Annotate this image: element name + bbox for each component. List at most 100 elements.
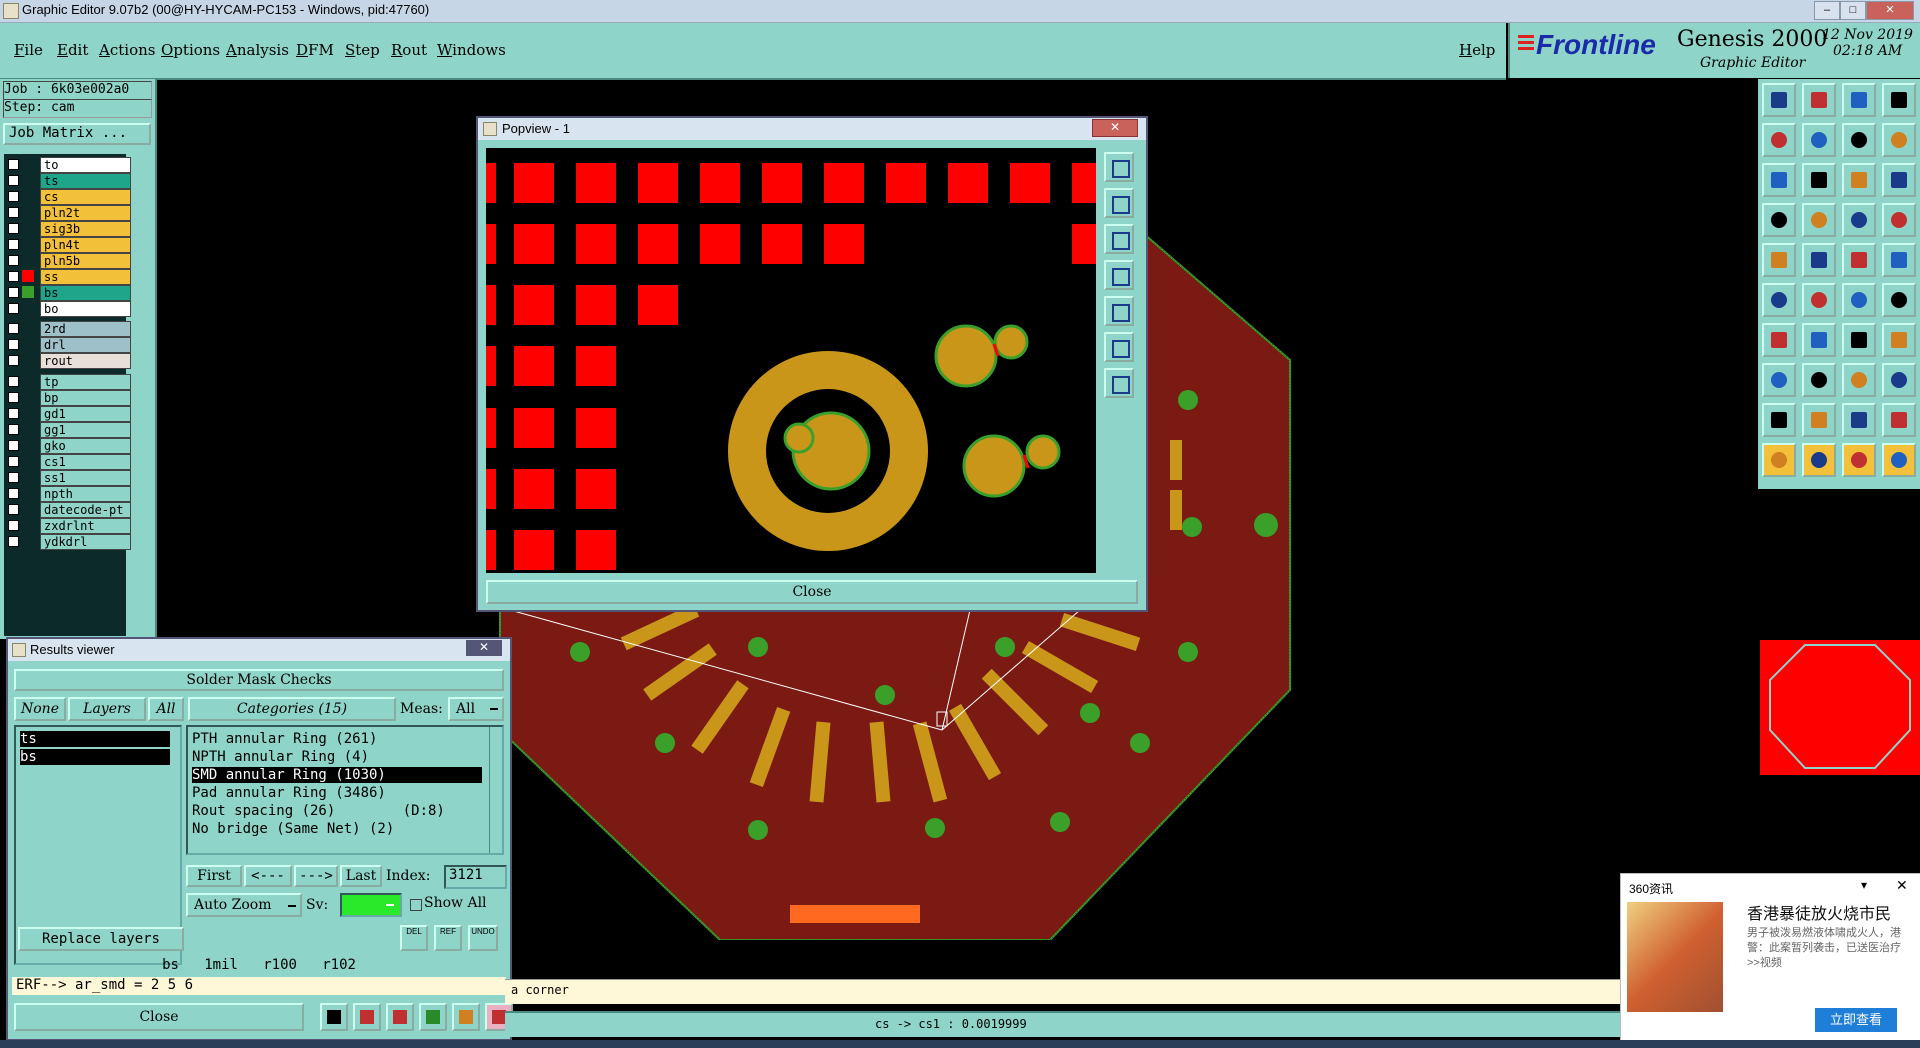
tool-button[interactable] — [1882, 163, 1916, 197]
news-collapse-icon[interactable]: ▾ — [1861, 878, 1867, 892]
tool-button[interactable] — [1882, 403, 1916, 437]
tool-button[interactable] — [1802, 443, 1836, 477]
layer-name[interactable]: ydkdrl — [40, 534, 131, 550]
layer-name[interactable]: ts — [40, 173, 131, 189]
layer-checkbox[interactable] — [8, 355, 19, 366]
popview-window[interactable]: Popview - 1 ✕ Close — [476, 116, 1148, 612]
layer-name[interactable]: drl — [40, 337, 131, 353]
layer-row-cs[interactable]: cs — [8, 189, 131, 205]
tool-button[interactable] — [1802, 123, 1836, 157]
layer-checkbox[interactable] — [8, 175, 19, 186]
layer-checkbox[interactable] — [8, 239, 19, 250]
index-input[interactable]: 3121 — [444, 865, 507, 889]
tool-button[interactable] — [1802, 283, 1836, 317]
replace-layers-button[interactable]: Replace layers — [18, 927, 184, 951]
tool-button[interactable] — [1882, 123, 1916, 157]
layer-checkbox[interactable] — [8, 339, 19, 350]
tool-button[interactable] — [1802, 163, 1836, 197]
layer-name[interactable]: cs — [40, 189, 131, 205]
tool-button[interactable] — [1842, 323, 1876, 357]
menu-edit[interactable]: Edit — [57, 41, 88, 59]
layer-name[interactable]: zxdrlnt — [40, 518, 131, 534]
layer-checkbox[interactable] — [8, 255, 19, 266]
tool-button[interactable] — [1882, 203, 1916, 237]
tool-button[interactable] — [1762, 83, 1796, 117]
next-button[interactable]: ---> — [294, 865, 338, 887]
layer-checkbox[interactable] — [8, 520, 19, 531]
menu-rout[interactable]: Rout — [391, 41, 427, 59]
close-button[interactable]: ✕ — [1866, 1, 1914, 20]
layer-name[interactable]: npth — [40, 486, 131, 502]
tool-button[interactable] — [1842, 363, 1876, 397]
category-item-selected[interactable]: SMD annular Ring (1030) — [192, 767, 482, 783]
tool-button[interactable] — [1842, 163, 1876, 197]
layer-checkbox[interactable] — [8, 408, 19, 419]
layer-checkbox[interactable] — [8, 440, 19, 451]
layer-name[interactable]: pln4t — [40, 237, 131, 253]
layer-row-to[interactable]: to — [8, 157, 131, 173]
tool-button[interactable] — [1802, 83, 1836, 117]
meas-select[interactable]: All — [448, 697, 504, 721]
layer-checkbox[interactable] — [8, 504, 19, 515]
menu-options[interactable]: Options — [161, 41, 220, 59]
popview-tool-button[interactable] — [1104, 188, 1134, 218]
layer-checkbox[interactable] — [8, 424, 19, 435]
layer-row-gg1[interactable]: gg1 — [8, 422, 131, 438]
category-item[interactable]: Pad annular Ring (3486) — [192, 785, 386, 801]
tool-button[interactable] — [1802, 363, 1836, 397]
category-item[interactable]: PTH annular Ring (261) — [192, 731, 377, 747]
layer-list-item[interactable]: bs — [20, 749, 170, 765]
prev-button[interactable]: <--- — [244, 865, 292, 887]
tool-button[interactable] — [1882, 243, 1916, 277]
menu-step[interactable]: Step — [345, 41, 380, 59]
layer-row-cs1[interactable]: cs1 — [8, 454, 131, 470]
tool-button[interactable] — [1802, 243, 1836, 277]
undo-button[interactable]: UNDO — [468, 925, 498, 951]
menu-analysis[interactable]: Analysis — [226, 41, 289, 59]
tool-button[interactable] — [1842, 203, 1876, 237]
del-button[interactable]: DEL — [400, 925, 428, 951]
layer-row-gd1[interactable]: gd1 — [8, 406, 131, 422]
layer-row-sig3b[interactable]: sig3b — [8, 221, 131, 237]
popview-close-button[interactable]: Close — [486, 580, 1138, 604]
maximize-button[interactable]: □ — [1840, 1, 1866, 20]
popview-tool-button[interactable] — [1104, 152, 1134, 182]
tool-button[interactable] — [1842, 443, 1876, 477]
layer-row-pln4t[interactable]: pln4t — [8, 237, 131, 253]
tool-button[interactable] — [1882, 443, 1916, 477]
layer-name[interactable]: bs — [40, 285, 131, 301]
layer-row-bo[interactable]: bo — [8, 301, 131, 317]
tool-button[interactable] — [1882, 363, 1916, 397]
layer-name[interactable]: sig3b — [40, 221, 131, 237]
results-close-button[interactable]: Close — [14, 1003, 304, 1031]
layer-name[interactable]: gg1 — [40, 422, 131, 438]
tool-button[interactable] — [1762, 443, 1796, 477]
layer-checkbox[interactable] — [8, 223, 19, 234]
show-all-checkbox[interactable] — [410, 899, 422, 911]
menu-actions[interactable]: Actions — [99, 41, 155, 59]
categories-button[interactable]: Categories (15) — [188, 697, 396, 721]
layer-checkbox[interactable] — [8, 472, 19, 483]
layer-checkbox[interactable] — [8, 323, 19, 334]
menu-help[interactable]: Help — [1459, 41, 1495, 59]
layer-name[interactable]: tp — [40, 374, 131, 390]
layer-name[interactable]: to — [40, 157, 131, 173]
layer-row-bs[interactable]: bs — [8, 285, 131, 301]
layer-checkbox[interactable] — [8, 287, 19, 298]
tool-button[interactable] — [1762, 283, 1796, 317]
layer-row-rout[interactable]: rout — [8, 353, 131, 369]
popview-tool-button[interactable] — [1104, 332, 1134, 362]
overview-map[interactable] — [1760, 640, 1920, 775]
layer-row-ydkdrl[interactable]: ydkdrl — [8, 534, 131, 550]
categories-list[interactable]: PTH annular Ring (261) NPTH annular Ring… — [186, 725, 504, 855]
menu-windows[interactable]: Windows — [437, 41, 506, 59]
menu-dfm[interactable]: DFM — [296, 41, 334, 59]
tool-button[interactable] — [1762, 363, 1796, 397]
layer-row-drl[interactable]: drl — [8, 337, 131, 353]
layer-checkbox[interactable] — [8, 488, 19, 499]
layer-name[interactable]: ss — [40, 269, 131, 285]
layer-row-gko[interactable]: gko — [8, 438, 131, 454]
results-tool-button[interactable] — [419, 1003, 447, 1031]
layer-checkbox[interactable] — [8, 456, 19, 467]
layer-checkbox[interactable] — [8, 207, 19, 218]
